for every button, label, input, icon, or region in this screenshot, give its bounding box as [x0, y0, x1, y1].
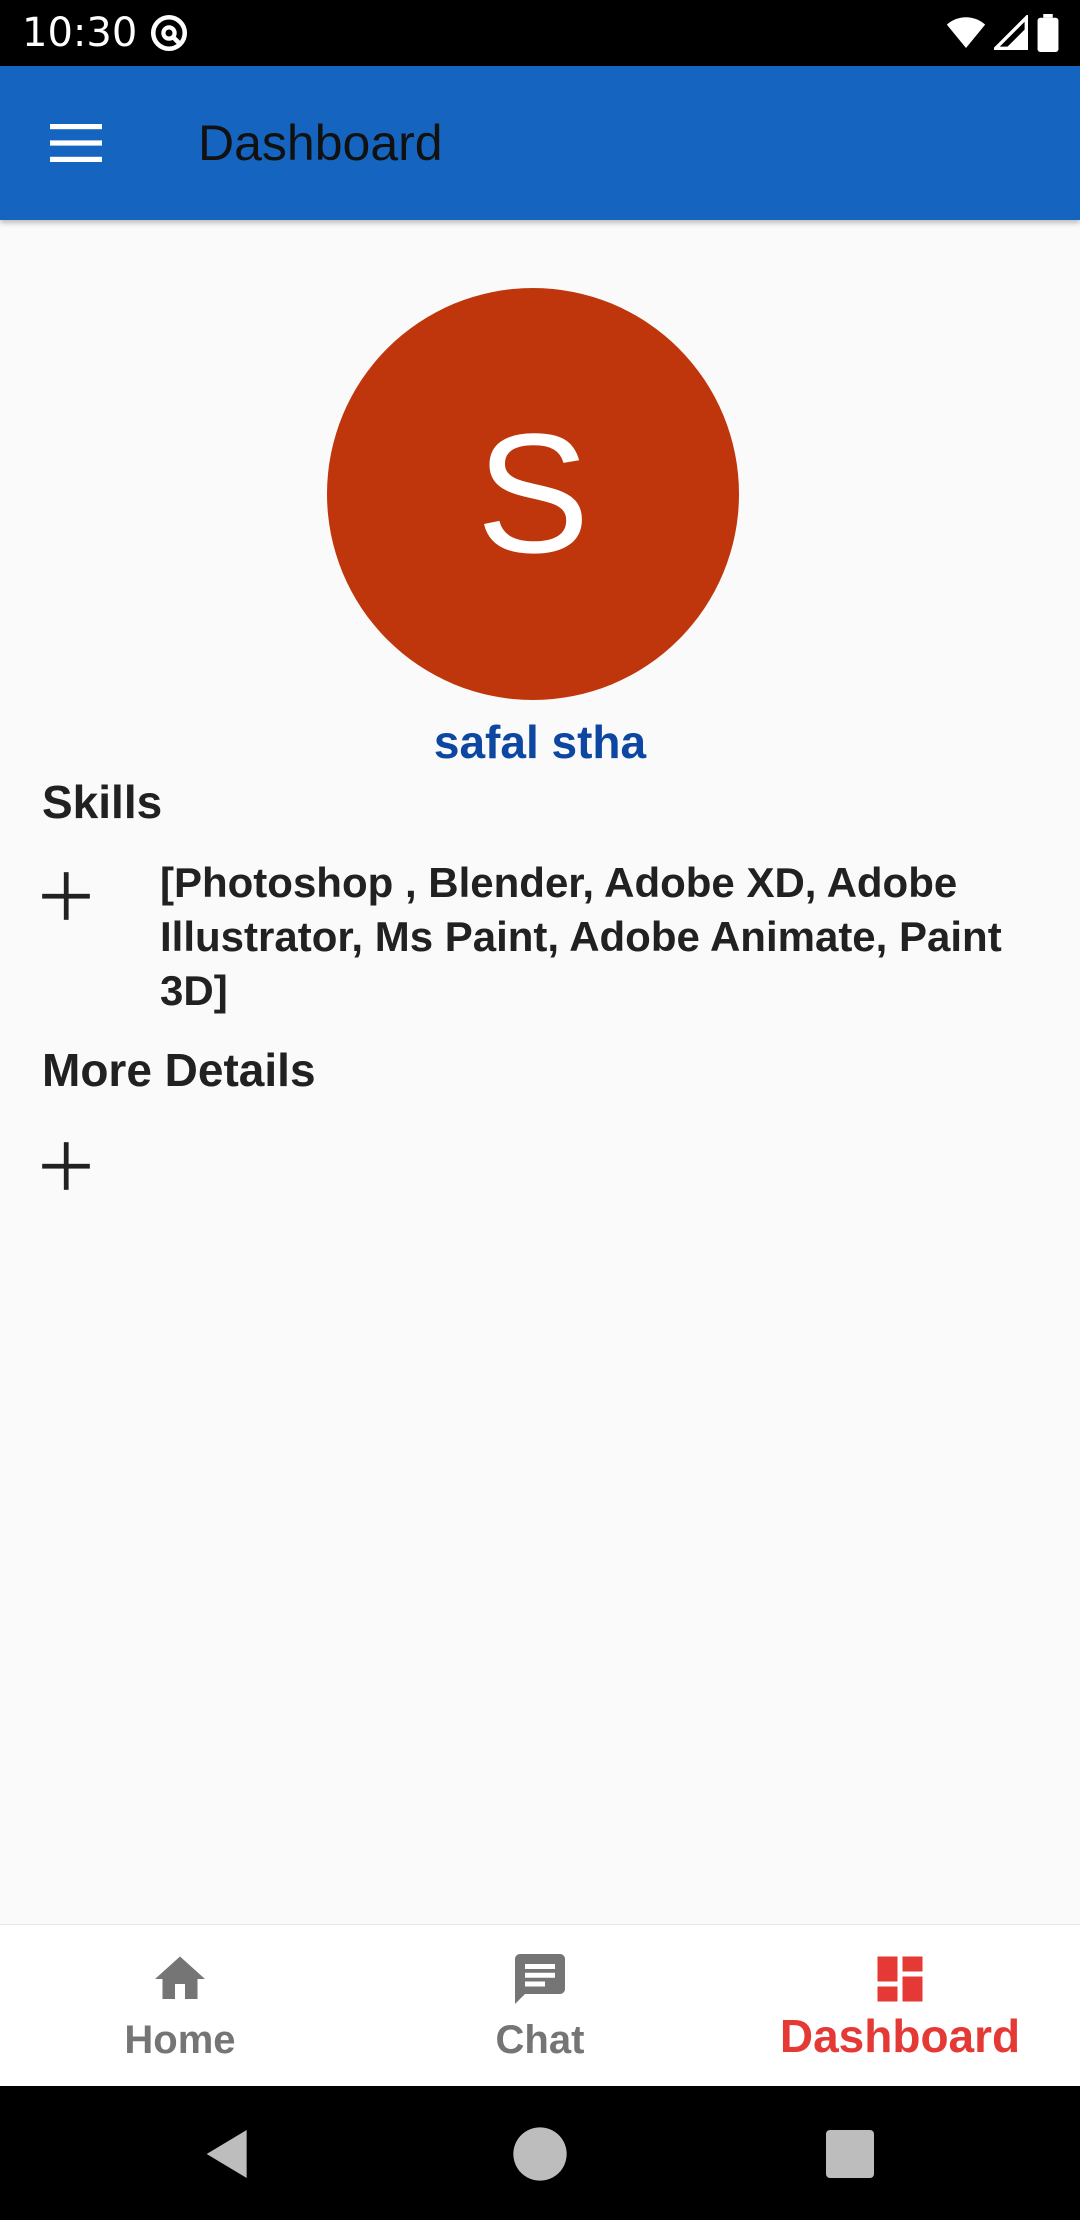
nav-label-home: Home: [124, 2018, 236, 2062]
menu-button[interactable]: [36, 110, 116, 176]
status-icons: [946, 12, 1060, 54]
skills-value: [Photoshop , Blender, Adobe XD, Adobe Il…: [160, 859, 1002, 1014]
status-bar: 10:30: [0, 0, 1080, 66]
signal-icon: [994, 15, 1028, 50]
status-time: 10:30: [22, 10, 138, 56]
avatar: S: [327, 288, 739, 700]
hamburger-menu-icon: [50, 124, 102, 162]
bottom-navigation: Home Chat Dashboard: [0, 1924, 1080, 2087]
wifi-icon: [946, 17, 986, 48]
user-name: safal stha: [433, 716, 647, 768]
app-bar: Dashboard: [0, 66, 1080, 220]
nav-item-home[interactable]: Home: [0, 1925, 360, 2087]
nav-item-dashboard[interactable]: Dashboard: [720, 1925, 1080, 2087]
page-title: Dashboard: [198, 115, 443, 171]
back-icon[interactable]: [196, 2122, 260, 2186]
skills-title: Skills: [42, 776, 163, 828]
chat-icon: [515, 1954, 565, 2004]
avatar-initial: S: [476, 399, 590, 589]
dashboard-icon: [877, 1956, 923, 2002]
battery-icon: [1037, 14, 1059, 52]
nav-label-chat: Chat: [495, 2018, 585, 2062]
nav-label-dashboard: Dashboard: [779, 2010, 1021, 2062]
home-icon: [155, 1956, 205, 1999]
recents-icon[interactable]: [818, 2122, 882, 2186]
plus-icon[interactable]: [40, 1140, 92, 1192]
system-navigation-bar: [0, 2086, 1080, 2220]
home-circle-icon[interactable]: [508, 2122, 572, 2186]
nav-item-chat[interactable]: Chat: [360, 1925, 720, 2087]
more-details-title: More Details: [42, 1044, 316, 1096]
plus-icon[interactable]: [40, 870, 92, 922]
at-sign-icon: [150, 14, 188, 52]
